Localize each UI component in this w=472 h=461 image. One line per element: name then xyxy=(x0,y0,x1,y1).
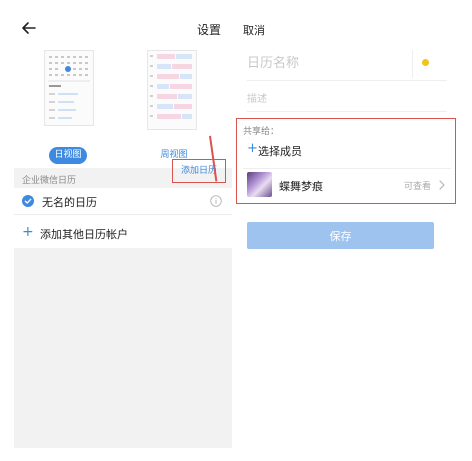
member-row[interactable]: 蝶舞梦痕 可查看 xyxy=(243,171,451,199)
input-divider xyxy=(412,50,413,78)
left-header: 设置 xyxy=(14,14,232,44)
mini-calendar-icon xyxy=(48,56,90,119)
calendar-list-panel: 设置 日视图 周视图 企业微信日历 添加日历 无名的日历 + 添加其他日历帐户 xyxy=(14,14,232,448)
share-label: 共享给： xyxy=(243,127,280,137)
back-arrow-icon[interactable] xyxy=(21,20,37,36)
save-button[interactable]: 保存 xyxy=(247,222,434,249)
select-member-button[interactable]: + 选择成员 xyxy=(243,139,443,161)
check-circle-icon[interactable] xyxy=(22,195,34,207)
avatar xyxy=(247,172,272,197)
info-icon[interactable] xyxy=(210,195,222,207)
week-view-thumbnail[interactable] xyxy=(147,50,197,130)
view-selector: 日视图 周视图 xyxy=(14,44,232,182)
share-divider xyxy=(243,168,451,169)
select-member-label: 选择成员 xyxy=(258,145,302,158)
day-view-thumbnail[interactable] xyxy=(44,50,94,126)
calendar-name-input[interactable] xyxy=(247,52,407,74)
section-label: 企业微信日历 xyxy=(22,176,77,186)
plus-icon: + xyxy=(247,141,258,156)
mini-week-icon xyxy=(150,54,192,119)
name-underline xyxy=(247,80,447,81)
calendar-name: 无名的日历 xyxy=(42,196,97,209)
chevron-right-icon xyxy=(439,180,445,190)
new-calendar-form: 取消 共享给： + 选择成员 蝶舞梦痕 可查看 保存 xyxy=(236,14,458,448)
calendar-item[interactable]: 无名的日历 xyxy=(14,188,232,214)
settings-button[interactable]: 设置 xyxy=(197,21,221,38)
description-underline xyxy=(247,111,447,112)
add-other-calendar-account[interactable]: + 添加其他日历帐户 xyxy=(14,214,232,248)
cancel-button[interactable]: 取消 xyxy=(243,22,265,38)
screen: 设置 日视图 周视图 企业微信日历 添加日历 无名的日历 + 添加其他日历帐户 … xyxy=(0,0,472,461)
color-picker-dot[interactable] xyxy=(422,59,429,66)
member-name: 蝶舞梦痕 xyxy=(279,180,323,193)
description-input[interactable] xyxy=(247,90,437,108)
add-account-label: 添加其他日历帐户 xyxy=(40,228,128,241)
day-view-button[interactable]: 日视图 xyxy=(49,147,87,164)
add-calendar-button[interactable]: 添加日历 xyxy=(172,159,226,183)
member-permission[interactable]: 可查看 xyxy=(404,179,431,192)
share-section: 共享给： + 选择成员 蝶舞梦痕 可查看 xyxy=(236,118,456,204)
plus-icon: + xyxy=(22,224,34,240)
